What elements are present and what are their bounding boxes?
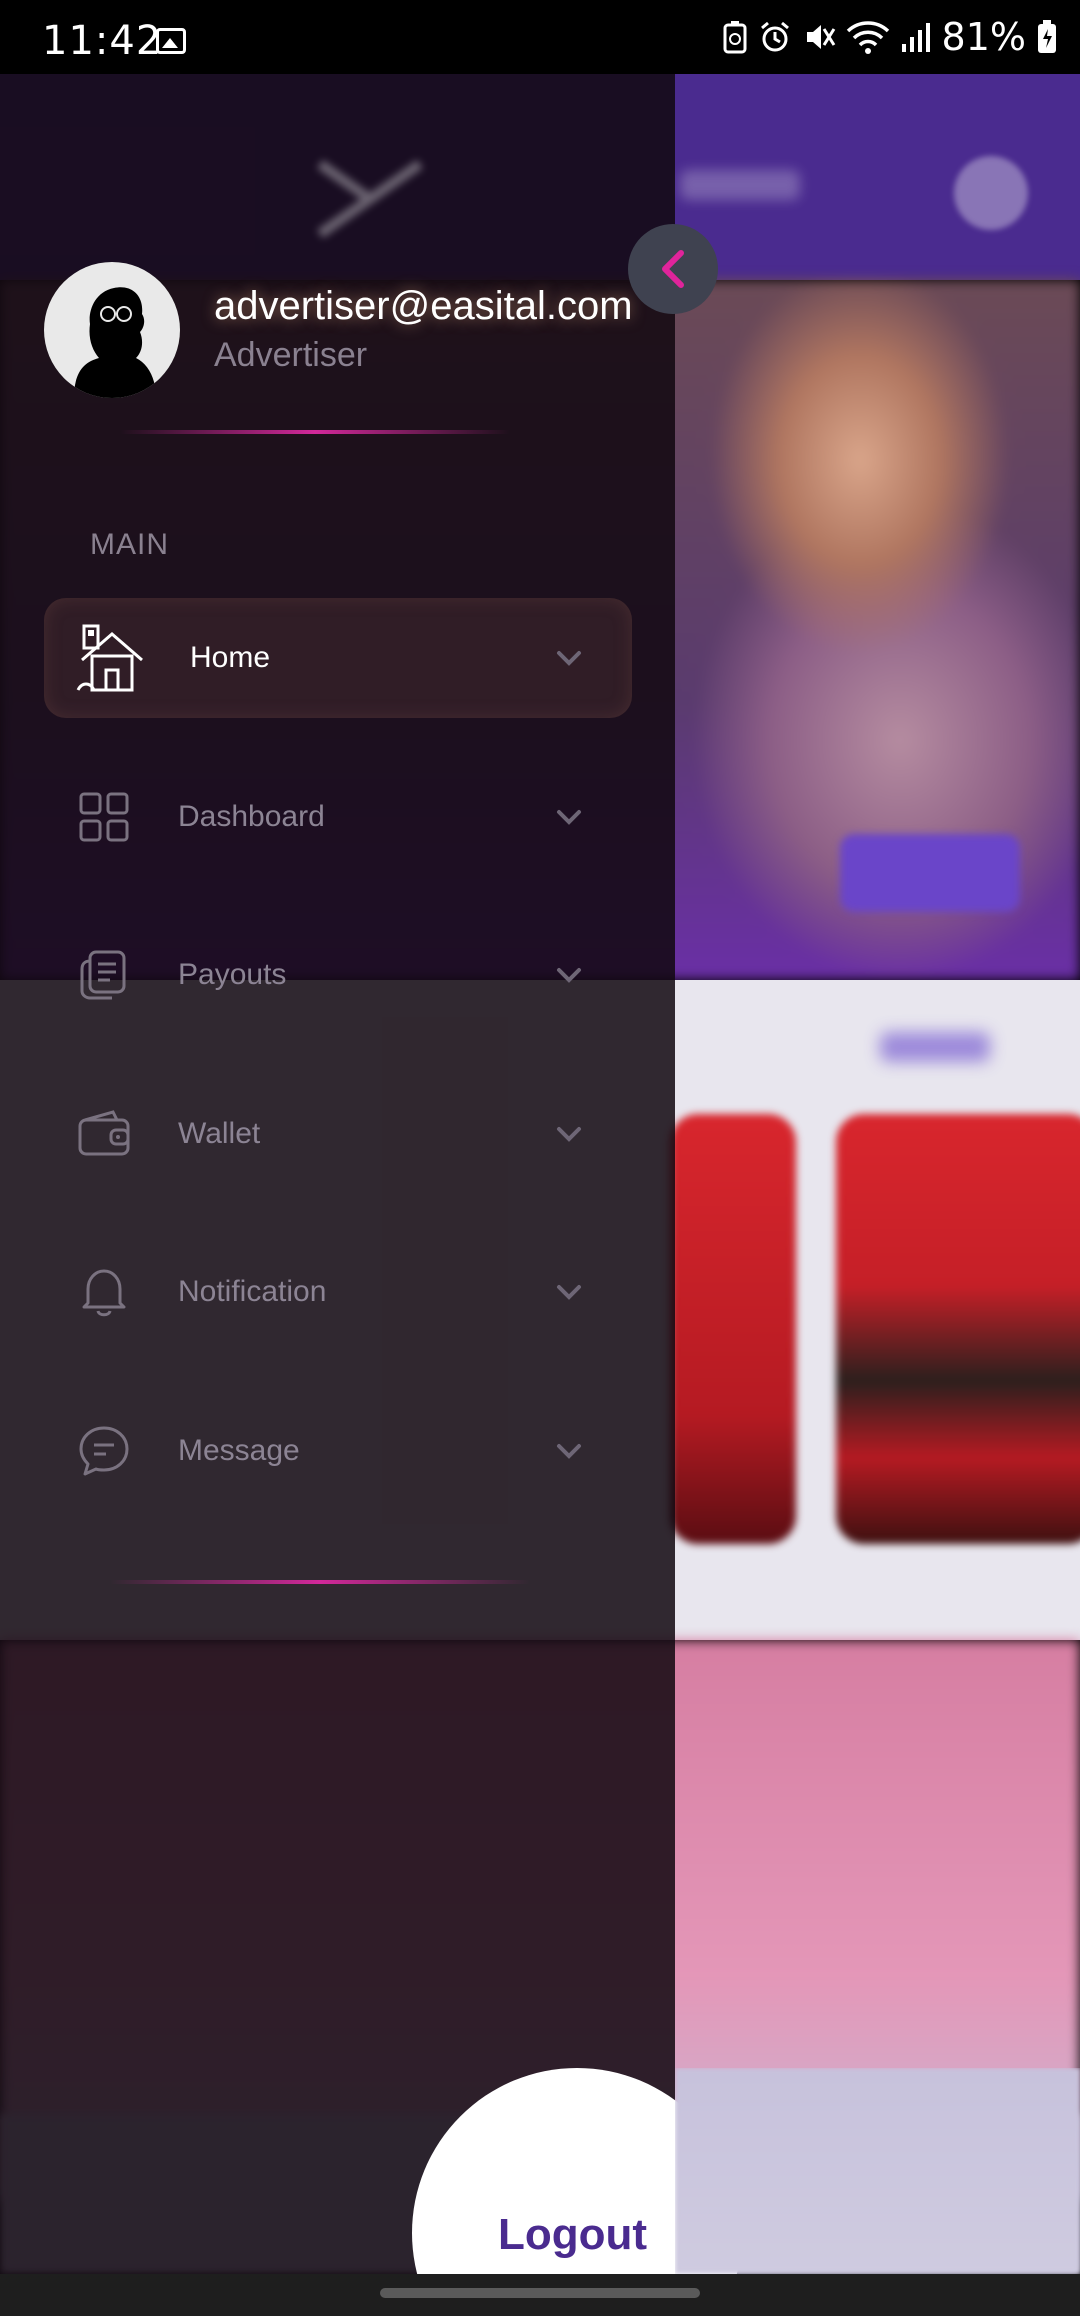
menu-label-payouts: Payouts <box>178 958 287 991</box>
menu-label-message: Message <box>178 1434 300 1467</box>
profile-silhouette-icon <box>44 262 180 398</box>
divider <box>110 1580 530 1584</box>
image-notification-icon <box>156 28 186 54</box>
chevron-down-icon <box>557 1127 581 1142</box>
avatar[interactable] <box>44 262 180 398</box>
background-brand-card <box>670 1114 796 1544</box>
background-avatar <box>954 156 1028 230</box>
status-bar: 11:42 81% <box>0 0 1080 74</box>
background-header-title <box>680 170 800 200</box>
menu-label-wallet: Wallet <box>178 1117 261 1150</box>
logout-label: Logout <box>498 2210 648 2259</box>
close-drawer-button[interactable] <box>628 224 718 314</box>
menu-item-payouts[interactable]: Payouts <box>44 915 632 1035</box>
chat-bubble-icon <box>74 1421 134 1481</box>
system-navigation-bar <box>0 2274 1080 2316</box>
document-icon <box>74 945 134 1005</box>
status-time: 11:42 <box>42 18 163 64</box>
wallet-icon <box>74 1104 134 1164</box>
wifi-icon <box>846 21 889 54</box>
menu-item-dashboard[interactable]: Dashboard <box>44 757 632 877</box>
battery-saver-icon <box>723 21 747 54</box>
home-gesture-handle[interactable] <box>380 2288 700 2298</box>
battery-percentage: 81% <box>941 15 1026 59</box>
chevron-down-icon <box>557 651 581 666</box>
menu-item-home[interactable]: Home <box>44 598 632 718</box>
menu-label-home: Home <box>190 641 271 674</box>
status-icons: 81% <box>722 14 1058 60</box>
alarm-icon <box>760 21 789 52</box>
menu-item-wallet[interactable]: Wallet <box>44 1074 632 1194</box>
profile-email: advertiser@easital.com <box>214 284 633 328</box>
chevron-left-icon <box>662 250 684 288</box>
menu-item-message[interactable]: Message <box>44 1391 632 1511</box>
chevron-down-icon <box>557 1285 581 1300</box>
chevron-down-icon <box>557 968 581 983</box>
bell-icon <box>74 1262 134 1322</box>
menu-label-notification: Notification <box>178 1275 327 1308</box>
chevron-down-icon <box>557 1444 581 1459</box>
background-view-all-link <box>880 1032 990 1062</box>
background-hero-button <box>840 834 1020 912</box>
app-logo-ghost <box>317 159 423 239</box>
navigation-drawer: advertiser@easital.com Advertiser MAIN H… <box>0 74 675 2274</box>
house-icon <box>74 620 150 696</box>
mute-icon <box>806 25 835 49</box>
chevron-down-icon <box>557 810 581 825</box>
background-brand-card <box>836 1114 1080 1544</box>
menu-label-dashboard: Dashboard <box>178 800 325 833</box>
divider <box>120 430 510 434</box>
section-label-main: MAIN <box>90 528 169 561</box>
menu-item-notification[interactable]: Notification <box>44 1232 632 1352</box>
signal-icon <box>901 23 930 52</box>
grid-icon <box>74 787 134 847</box>
battery-charging-icon <box>1038 20 1056 53</box>
profile-role: Advertiser <box>214 336 368 374</box>
